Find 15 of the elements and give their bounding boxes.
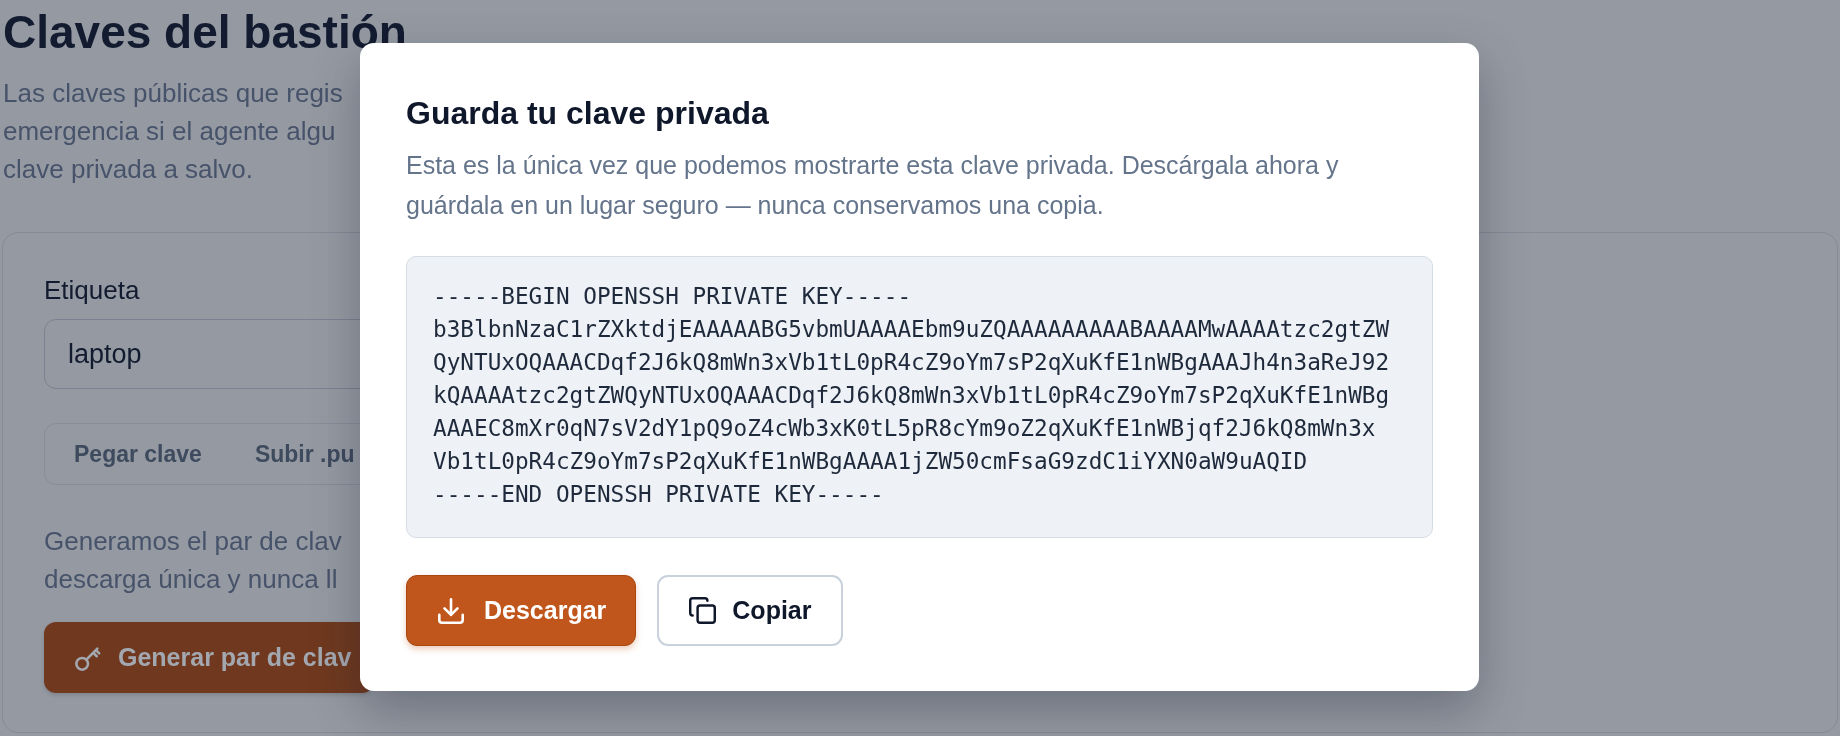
note-text: Generamos el par de clav — [44, 525, 342, 558]
note-text: descarga única y nunca ll — [44, 563, 338, 596]
copy-icon — [689, 597, 717, 624]
page-title: Claves del bastión — [3, 5, 407, 60]
intro-text: emergencia si el agente algu — [3, 115, 336, 148]
download-icon — [438, 597, 464, 624]
private-key-text: -----BEGIN OPENSSH PRIVATE KEY----- b3BlbnNzaC1rZXktdjEAAAAABG5vbmUAAAAEbm9uZQAAAAAAAAABAAAAMwAAAAtzc2gtZW QyNTUxOQAAACDqf2J6kQ8mWn3xVb1tL0pR4cZ9oYm7sP2qXuKfE1nWBgAAAJh4n3aReJ92 kQAAAAtzc2gtZWQyNTUxOQAAACDqf2J6kQ8mWn3xVb1tL0pR4cZ9oYm7sP2qXuKfE1nWBg AAAEC8mXr0qN7sV2dY1pQ9oZ4cWb3xK0tL5pR8cYm9oZ2qXuKfE1nWBjqf2J6kQ8mWn3x Vb1tL0pR4cZ9oYm7sP2qXuKfE1nWBgAAAA1jZW50cmFsaG9zdC1iYXN0aW9uAQID -----END OPENSSH PRIVATE KEY----- — [406, 256, 1433, 538]
segment-tab[interactable]: Pegar clave — [49, 428, 227, 480]
intro-text: Las claves públicas que regis — [3, 77, 343, 110]
intro-text: clave privada a salvo. — [3, 153, 254, 186]
dialog-description: Esta es la única vez que podemos mostrarte esta clave privada. Descárgala ahora y guárdala en un lugar seguro — nunca conservamos una copia. — [406, 150, 1340, 221]
field-label: Etiqueta — [44, 275, 140, 305]
dialog-title: Guarda tu clave privada — [406, 94, 769, 133]
download-button[interactable]: Descargar — [406, 575, 637, 646]
copy-button[interactable]: Copiar — [657, 575, 843, 646]
